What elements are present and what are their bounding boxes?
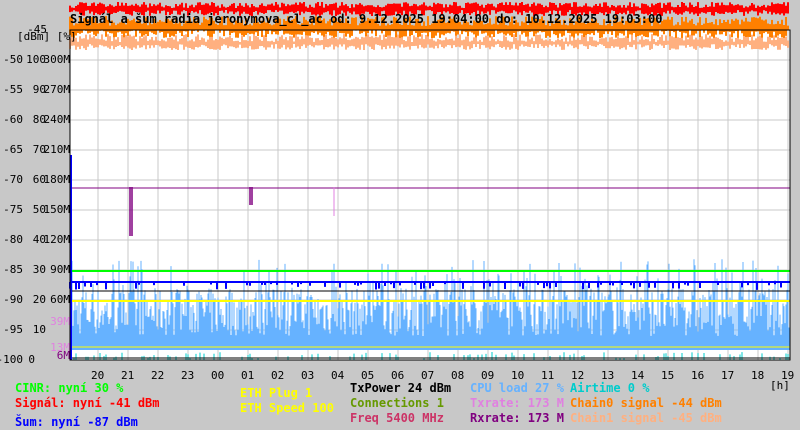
legend-freq: Freq 5400 MHz [350, 411, 444, 425]
y-tick-rate: 60M [50, 293, 70, 306]
legend-noise: Šum: nyní -87 dBm [15, 415, 138, 429]
y-tick-rate: 210M [43, 143, 71, 156]
legend-rxrate: Rxrate: 173 M [470, 411, 564, 425]
y-tick-dbm: -100 [0, 353, 23, 366]
x-tick-label: 03 [301, 369, 315, 382]
x-tick-label: 22 [151, 369, 165, 382]
chart-canvas [69, 2, 791, 361]
chart-title: Signál a šum radia jeronymova_cl_ac od: … [70, 12, 663, 26]
y-tick-rate: 300M [43, 53, 71, 66]
y-tick-dbm: -60 [3, 113, 23, 126]
legend-txpower: TxPower 24 dBm [350, 381, 452, 395]
x-tick-label: 01 [241, 369, 255, 382]
legend-chain0: Chain0 signal -44 dBm [570, 396, 722, 410]
legend-cinr: CINR: nyní 30 % [15, 381, 124, 395]
legend-chain1: Chain1 signal -45 dBm [570, 411, 722, 425]
y-tick-rate: 270M [43, 83, 71, 96]
signal-noise-chart: Signál a šum radia jeronymova_cl_ac od: … [0, 0, 800, 430]
y-tick-dbm: -55 [3, 83, 23, 96]
x-tick-label: 02 [271, 369, 285, 382]
y-tick-rate-extra: 39M [50, 315, 70, 328]
y-tick-dbm: -50 [3, 53, 23, 66]
legend-eth-plug: ETH Plug 1 [240, 386, 313, 400]
y-tick-dbm: -70 [3, 173, 23, 186]
y-tick-dbm: -85 [3, 263, 23, 276]
y-tick-dbm: -65 [3, 143, 23, 156]
x-tick-label: 16 [691, 369, 705, 382]
y-tick-pct: 20 [32, 293, 46, 306]
y-tick-dbm: -80 [3, 233, 23, 246]
x-tick-label: 04 [331, 369, 345, 382]
legend-signal: Signál: nyní -41 dBm [15, 396, 160, 410]
legend-txrate: Txrate: 173 M [470, 396, 564, 410]
y-tick-rate-extra: 6M [56, 349, 70, 362]
legend-airtime: Airtime 0 % [570, 381, 650, 395]
x-tick-label: 08 [451, 369, 465, 382]
y-tick-dbm: -75 [3, 203, 23, 216]
y-tick-dbm: -45 [27, 23, 47, 36]
x-tick-label: 15 [661, 369, 675, 382]
x-tick-label: 23 [181, 369, 195, 382]
y-tick-rate: 150M [43, 203, 71, 216]
y-tick-dbm: -95 [3, 323, 23, 336]
y-tick-pct: 10 [32, 323, 46, 336]
y-tick-pct: 30 [32, 263, 46, 276]
legend-eth-speed: ETH Speed 100 [240, 401, 334, 415]
y-tick-rate: 180M [43, 173, 71, 186]
x-tick-label: 00 [211, 369, 225, 382]
x-tick-label: 17 [721, 369, 735, 382]
legend-cpu: CPU load 27 % [470, 381, 564, 395]
x-tick-label: 19 [781, 369, 795, 382]
y-tick-rate: 90M [50, 263, 70, 276]
y-tick-rate: 120M [43, 233, 71, 246]
y-tick-rate: 240M [43, 113, 71, 126]
legend-connections: Connections 1 [350, 396, 444, 410]
x-tick-label: 18 [751, 369, 765, 382]
y-tick-dbm: -90 [3, 293, 23, 306]
y-tick-pct: 0 [28, 353, 35, 366]
